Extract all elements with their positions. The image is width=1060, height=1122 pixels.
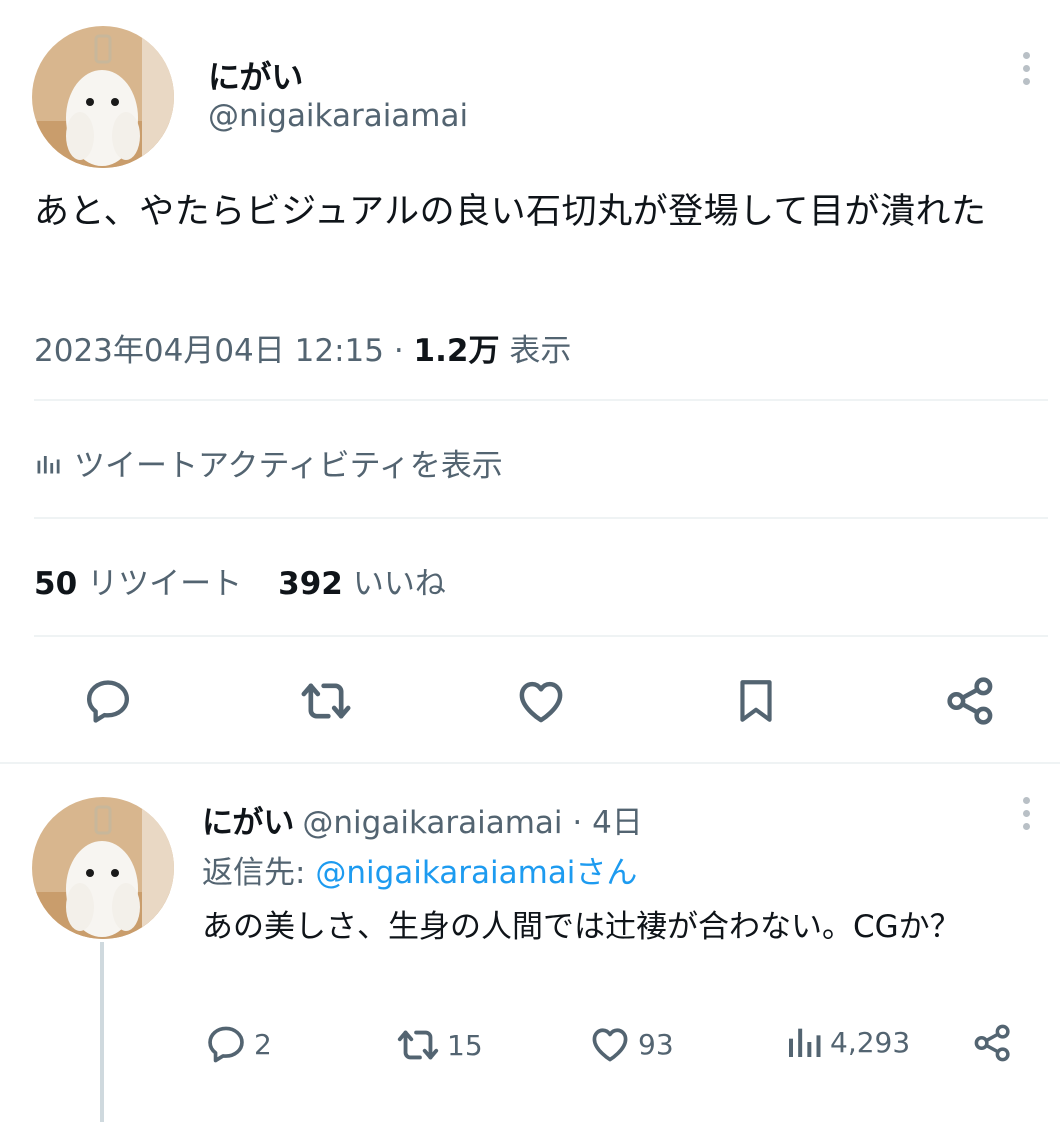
retweet-label: リツイート (87, 566, 243, 602)
tweet-activity-link[interactable]: ツイートアクティビティを表示 (34, 440, 503, 485)
reply-button[interactable] (78, 671, 138, 731)
analytics-icon (37, 455, 60, 473)
reply-icon (208, 1026, 244, 1063)
meta-separator: · (383, 333, 414, 369)
share-icon (947, 677, 993, 725)
bookmark-button[interactable] (726, 671, 786, 731)
like-icon (519, 681, 563, 723)
reply-author-name[interactable]: にがい (202, 805, 294, 841)
divider (34, 517, 1048, 519)
reply-views-button[interactable]: 4,293 (784, 1022, 910, 1062)
reply-author-avatar[interactable] (32, 797, 174, 939)
view-count: 1.2万 (413, 333, 500, 369)
retweet-icon (397, 1030, 439, 1060)
divider (34, 635, 1048, 637)
like-label: いいね (352, 566, 446, 602)
author-handle[interactable]: @nigaikaraiamai (208, 98, 468, 134)
retweet-stat[interactable]: 50 リツイート (34, 566, 242, 602)
like-count: 93 (638, 1027, 674, 1061)
avatar-image (32, 26, 174, 168)
reply-more-options-icon[interactable] (1021, 797, 1031, 841)
like-icon (592, 1028, 628, 1062)
reply-text: あの美しさ、生身の人間では辻褄が合わない。CGか？ (202, 909, 961, 945)
divider (0, 762, 1060, 764)
like-button[interactable] (511, 671, 571, 731)
activity-label[interactable]: ツイートアクティビティを表示 (74, 440, 503, 485)
analytics-icon (789, 1028, 821, 1057)
reply-share-button[interactable] (972, 1022, 1020, 1064)
reply-author-handle[interactable]: @nigaikaraiamai (302, 805, 562, 841)
like-count: 392 (278, 566, 343, 602)
tweet-datetime[interactable]: 2023年04月04日 12:15 (34, 333, 384, 369)
engagement-stats: 50 リツイート 392 いいね (34, 558, 446, 603)
view-count: 4,293 (830, 1025, 911, 1059)
tweet-text: あと、やたらビジュアルの良い石切丸が登場して目が潰れた (34, 192, 987, 232)
reply-icon (86, 680, 130, 723)
reply-prefix: 返信先: (202, 855, 316, 891)
author-avatar[interactable] (32, 26, 174, 168)
retweet-button[interactable] (296, 671, 356, 731)
author-name[interactable]: にがい (208, 52, 303, 98)
view-label: 表示 (509, 333, 572, 369)
reply-reply-button[interactable]: 2 (204, 1022, 272, 1066)
avatar-image (32, 797, 174, 939)
retweet-icon (301, 683, 351, 719)
share-icon (974, 1024, 1010, 1062)
reply-header: にがい @nigaikaraiamai · 4日 (202, 797, 643, 842)
reply-count: 2 (254, 1027, 272, 1061)
thread-line (100, 942, 104, 1122)
retweet-count: 15 (447, 1028, 483, 1062)
bookmark-icon (740, 680, 772, 722)
replying-to: 返信先: @nigaikaraiamaiさん (202, 847, 637, 892)
more-options-icon[interactable] (1021, 52, 1031, 96)
reply-like-button[interactable]: 93 (588, 1022, 674, 1066)
tweet-meta: 2023年04月04日 12:15 · 1.2万 表示 (34, 325, 571, 370)
reply-retweet-button[interactable]: 15 (395, 1022, 483, 1068)
retweet-count: 50 (34, 566, 78, 602)
divider (34, 399, 1048, 401)
reply-to-link[interactable]: @nigaikaraiamaiさん (315, 855, 637, 891)
share-button[interactable] (941, 671, 1001, 731)
like-stat[interactable]: 392 いいね (278, 566, 446, 602)
reply-time[interactable]: · 4日 (572, 805, 642, 841)
